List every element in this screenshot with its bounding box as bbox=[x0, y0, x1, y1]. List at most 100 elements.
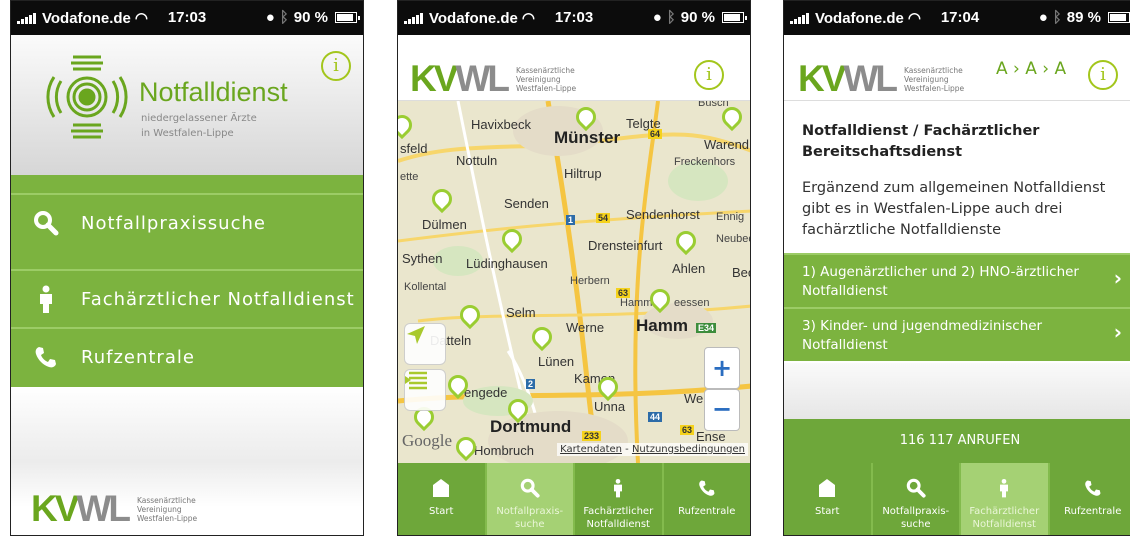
menu-item-facharzt[interactable]: Fachärztlicher Notfalldienst bbox=[11, 269, 363, 327]
battery-percent: 90 % bbox=[680, 9, 715, 26]
service-list: 1) Augenärztlicher und 2) HNO-ärztlicher… bbox=[784, 253, 1130, 361]
map-label: Ennig bbox=[716, 211, 745, 223]
tab-rufzentrale[interactable]: Rufzentrale bbox=[664, 463, 751, 535]
menu-item-rufzentrale[interactable]: Rufzentrale bbox=[11, 327, 363, 385]
menu-item-notfallpraxissuche[interactable]: Notfallpraxissuche bbox=[11, 193, 363, 251]
locate-me-button[interactable] bbox=[404, 323, 446, 365]
tab-notfallpraxissuche[interactable]: Notfallpraxis-suche bbox=[486, 463, 575, 535]
list-icon bbox=[405, 371, 427, 390]
google-logo: Google bbox=[402, 431, 453, 450]
zoom-out-button[interactable]: − bbox=[704, 389, 740, 431]
menu-item-label: Fachärztlicher Notfalldienst bbox=[81, 288, 355, 310]
phone-icon bbox=[698, 477, 716, 499]
battery-icon bbox=[722, 12, 747, 23]
road-label: 54 bbox=[596, 213, 611, 223]
bluetooth-icon: ᛒ bbox=[666, 9, 676, 26]
kvwl-logo: KV WL Kassenärztliche Vereinigung Westfalen… bbox=[798, 58, 965, 99]
call-button[interactable]: 116 117 ANRUFEN bbox=[784, 419, 1130, 463]
map-label: Drensteinfurt bbox=[588, 238, 663, 253]
battery-icon bbox=[335, 12, 360, 23]
app-title: Notfalldienst bbox=[139, 77, 288, 107]
map-view[interactable]: Busch Havixbeck Münster Telgte Warend sf… bbox=[398, 101, 750, 463]
battery-icon bbox=[1108, 12, 1130, 23]
status-bar: Vodafone.de ◠ 17:04 ● ᛒ 89 % bbox=[784, 1, 1130, 35]
tab-facharzt[interactable]: Fachärztlicher Notfalldienst bbox=[961, 463, 1050, 535]
map-label: Unna bbox=[594, 399, 626, 414]
map-label: Herbern bbox=[570, 275, 610, 287]
home-icon bbox=[433, 477, 450, 499]
map-label: Dortmund bbox=[490, 417, 572, 436]
road-label: 63 bbox=[680, 425, 695, 435]
map-label: Kollental bbox=[404, 281, 447, 293]
map-label: Hiltrup bbox=[564, 166, 602, 181]
info-icon[interactable]: i bbox=[321, 51, 351, 81]
main-menu: Notfallpraxissuche Fachärztlicher Notfal… bbox=[11, 175, 363, 387]
road-label: 44 bbox=[648, 412, 663, 422]
map-label: Münster bbox=[554, 128, 621, 147]
font-size-control[interactable]: A › A › A bbox=[996, 59, 1066, 79]
map-label: Senden bbox=[504, 196, 549, 211]
map-label: Busch bbox=[698, 101, 729, 109]
tab-facharzt[interactable]: Fachärztlicher Notfalldienst bbox=[575, 463, 664, 535]
chevron-right-icon: › bbox=[1113, 320, 1122, 344]
road-label: 1 bbox=[566, 215, 576, 225]
search-icon bbox=[11, 210, 81, 236]
menu-item-label: Notfallpraxissuche bbox=[81, 212, 266, 234]
link-augen-hno[interactable]: 1) Augenärztlicher und 2) HNO-ärztlicher… bbox=[784, 253, 1130, 307]
terms-link[interactable]: Nutzungsbedingungen bbox=[632, 444, 745, 455]
phone-icon bbox=[1084, 477, 1102, 499]
menu-item-label: Rufzentrale bbox=[81, 346, 195, 368]
map-label: Lünen bbox=[538, 354, 575, 369]
tab-bar: Start Notfallpraxis-suche Fachärztlicher… bbox=[398, 463, 751, 535]
status-bar: Vodafone.de ◠ 17:03 ● ᛒ 90 % bbox=[11, 1, 363, 35]
map-label: Warend bbox=[704, 137, 750, 152]
map-label: sfeld bbox=[400, 141, 428, 156]
screen-start: Vodafone.de ◠ 17:03 ● ᛒ 90 % Notfalldienst … bbox=[10, 0, 364, 536]
doctor-icon bbox=[612, 477, 624, 499]
search-icon bbox=[520, 477, 540, 499]
map-label: Selm bbox=[506, 305, 536, 320]
road-label: 2 bbox=[526, 379, 536, 389]
road-label: E34 bbox=[696, 323, 717, 333]
road-label: 233 bbox=[582, 431, 602, 441]
map-label: Hamm bbox=[636, 316, 688, 335]
tab-start[interactable]: Start bbox=[398, 463, 487, 535]
location-arrow-icon bbox=[407, 326, 425, 344]
map-label: We bbox=[684, 391, 704, 406]
map-label: Hamm bbox=[620, 297, 653, 309]
map-label: Sendenhorst bbox=[626, 207, 700, 222]
map-data-link[interactable]: Kartendaten bbox=[560, 444, 622, 455]
map-label: Bec bbox=[732, 265, 750, 280]
tab-start[interactable]: Start bbox=[784, 463, 873, 535]
map-label: Dülmen bbox=[422, 217, 467, 232]
list-view-button[interactable] bbox=[404, 369, 446, 411]
bluetooth-icon: ᛒ bbox=[279, 9, 289, 26]
kvwl-logo: KV WL Kassenärztliche Vereinigung Westfalen… bbox=[410, 58, 577, 99]
app-header: Notfalldienst niedergelassener Ärzte in … bbox=[11, 35, 363, 175]
map-label: eessen bbox=[674, 297, 710, 309]
map-label: Neubec bbox=[716, 233, 750, 245]
location-icon: ● bbox=[265, 9, 275, 26]
location-icon: ● bbox=[652, 9, 662, 26]
info-icon[interactable]: i bbox=[694, 60, 724, 90]
tab-notfallpraxissuche[interactable]: Notfallpraxis-suche bbox=[873, 463, 961, 535]
battery-percent: 90 % bbox=[293, 9, 328, 26]
emergency-emblem-icon bbox=[46, 55, 128, 139]
phone-icon bbox=[11, 345, 81, 369]
map-label: Werne bbox=[566, 320, 605, 335]
tab-bar: Start Notfallpraxis-suche Fachärztlicher… bbox=[784, 463, 1130, 535]
search-icon bbox=[906, 477, 926, 499]
page-title: Notfalldienst / Fachärztlicher Bereitsch… bbox=[802, 123, 1040, 160]
tab-rufzentrale[interactable]: Rufzentrale bbox=[1050, 463, 1130, 535]
battery-percent: 89 % bbox=[1066, 9, 1101, 26]
map-label: engede bbox=[464, 385, 508, 400]
map-label: Ense bbox=[696, 429, 726, 444]
chevron-right-icon: › bbox=[1113, 266, 1122, 290]
spacer bbox=[784, 363, 1130, 419]
zoom-in-button[interactable]: + bbox=[704, 347, 740, 389]
doctor-icon bbox=[998, 477, 1010, 499]
map-label: ette bbox=[400, 171, 419, 183]
map-label: Sythen bbox=[402, 251, 443, 266]
info-icon[interactable]: i bbox=[1088, 60, 1118, 90]
link-kinder-jugend[interactable]: 3) Kinder- und jugendmedizinischer Notfa… bbox=[784, 307, 1130, 361]
